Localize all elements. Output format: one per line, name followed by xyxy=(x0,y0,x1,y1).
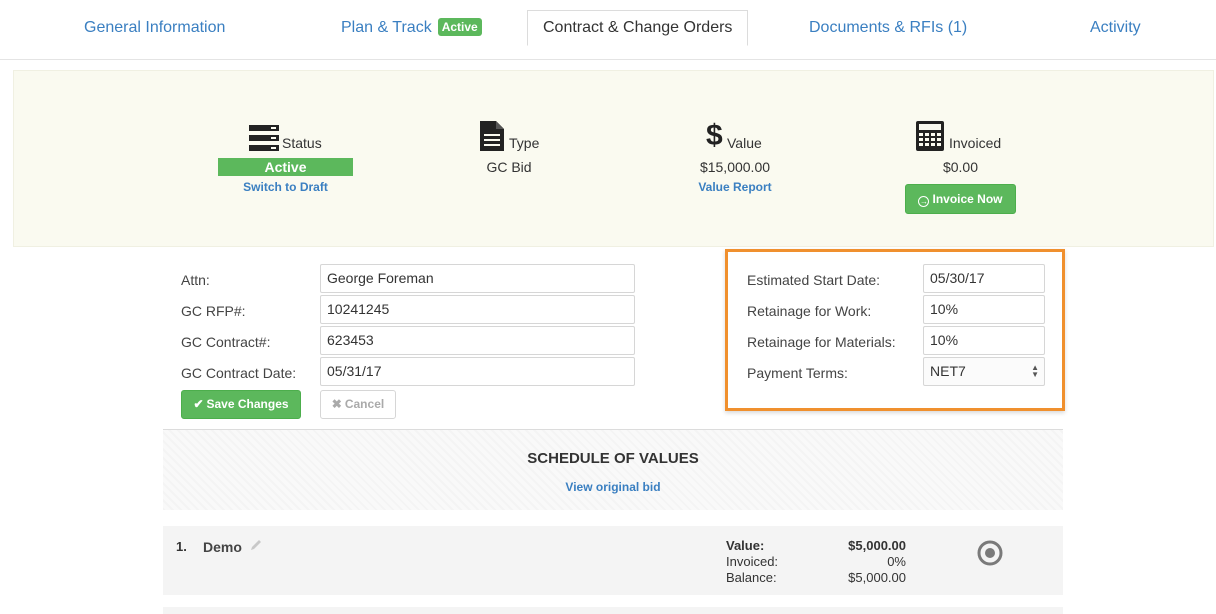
schedule-of-values-header: SCHEDULE OF VALUES View original bid xyxy=(163,429,1063,510)
retainage-materials-input[interactable]: 10% xyxy=(923,326,1045,355)
retainage-work-label: Retainage for Work: xyxy=(747,303,872,319)
value-label: Value xyxy=(727,135,762,151)
gc-contract-date-input[interactable]: 05/31/17 xyxy=(320,357,635,386)
line-item-balance-label: Balance: xyxy=(726,570,777,585)
invoice-now-button[interactable]: → Invoice Now xyxy=(905,184,1016,214)
tab-activity[interactable]: Activity xyxy=(1090,0,1141,46)
schedule-of-values-title: SCHEDULE OF VALUES xyxy=(527,450,699,467)
contract-value: $15,000.00 xyxy=(699,159,771,175)
gc-contract-label: GC Contract#: xyxy=(181,334,271,350)
server-icon xyxy=(249,125,279,151)
line-item-value-label: Value: xyxy=(726,538,765,553)
gc-contract-date-label: GC Contract Date: xyxy=(181,365,297,381)
calculator-icon xyxy=(916,121,944,151)
attn-input[interactable]: George Foreman xyxy=(320,264,635,293)
line-item-value: $5,000.00 xyxy=(848,538,906,553)
invoiced-label: Invoiced xyxy=(949,135,1002,151)
status-badge: Active xyxy=(218,158,353,176)
save-changes-button[interactable]: ✔ Save Changes xyxy=(181,390,301,419)
dollar-icon: $ xyxy=(706,119,723,152)
gc-rfp-label: GC RFP#: xyxy=(181,303,246,319)
arrow-circle-right-icon: → xyxy=(918,196,930,207)
tab-contract-change-orders[interactable]: Contract & Change Orders xyxy=(527,10,749,46)
document-icon xyxy=(480,121,504,151)
switch-to-draft-link[interactable]: Switch to Draft xyxy=(243,180,328,194)
type-summary: Type GC Bid xyxy=(454,71,564,248)
line-item-invoiced: 0% xyxy=(887,554,906,569)
value-summary: $ Value $15,000.00 Value Report xyxy=(674,71,794,248)
payment-terms-label: Payment Terms: xyxy=(747,365,848,381)
line-item-balance: $5,000.00 xyxy=(848,570,906,585)
start-date-input[interactable]: 05/30/17 xyxy=(923,264,1045,293)
line-item-name: Demo xyxy=(203,539,242,555)
tab-plan-track[interactable]: Plan & Track Active xyxy=(341,0,482,46)
status-label: Status xyxy=(282,135,322,151)
type-label: Type xyxy=(509,135,540,151)
line-item-number: 1. xyxy=(176,539,187,554)
check-icon: ✔ xyxy=(193,397,204,411)
schedule-line-item: 1. Demo Value: $5,000.00 Invoiced: 0% Ba… xyxy=(163,526,1063,595)
contract-summary-panel: Status Active Switch to Draft Type GC Bi… xyxy=(13,70,1214,247)
target-icon[interactable] xyxy=(977,540,1003,566)
gc-contract-input[interactable]: 623453 xyxy=(320,326,635,355)
retainage-work-input[interactable]: 10% xyxy=(923,295,1045,324)
tab-bar: General Information Plan & Track Active C… xyxy=(0,0,1216,60)
type-value: GC Bid xyxy=(486,159,532,175)
value-report-link[interactable]: Value Report xyxy=(698,180,771,194)
retainage-materials-label: Retainage for Materials: xyxy=(747,334,896,350)
close-icon: ✖ xyxy=(331,397,342,411)
next-line-item xyxy=(163,607,1063,614)
pencil-icon[interactable] xyxy=(249,538,263,552)
payment-terms-select[interactable]: NET7 ▲ ▼ xyxy=(923,357,1045,386)
select-arrows-icon: ▲ ▼ xyxy=(1031,363,1039,379)
view-original-bid-link[interactable]: View original bid xyxy=(565,480,660,494)
start-date-label: Estimated Start Date: xyxy=(747,272,881,288)
invoiced-summary: Invoiced $0.00 xyxy=(904,71,1017,248)
gc-rfp-input[interactable]: 10241245 xyxy=(320,295,635,324)
tab-documents-rfis[interactable]: Documents & RFIs (1) xyxy=(809,0,967,46)
line-item-invoiced-label: Invoiced: xyxy=(726,554,779,569)
cancel-button[interactable]: ✖ Cancel xyxy=(320,390,396,419)
attn-label: Attn: xyxy=(181,272,210,288)
invoiced-value: $0.00 xyxy=(942,159,979,175)
tab-general-information[interactable]: General Information xyxy=(84,0,225,46)
active-badge: Active xyxy=(437,18,482,36)
